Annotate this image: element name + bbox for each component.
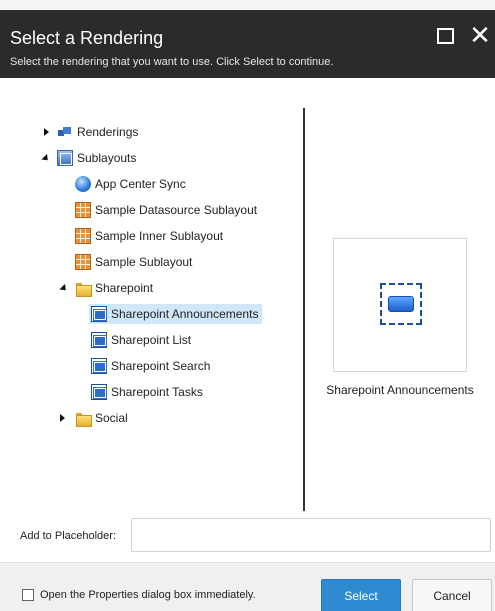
sublayout-grid-icon bbox=[75, 254, 91, 270]
tree-item-label: Sample Datasource Sublayout bbox=[95, 203, 258, 217]
tree-item-label: Social bbox=[95, 411, 128, 425]
tree-item-sharepoint-list[interactable]: Sharepoint List bbox=[91, 330, 195, 350]
tree-item-label: App Center Sync bbox=[95, 177, 186, 191]
sharepoint-rendering-icon bbox=[91, 358, 107, 374]
tree-item-sharepoint-announcements[interactable]: Sharepoint Announcements bbox=[89, 304, 263, 324]
app-center-icon bbox=[75, 176, 91, 192]
maximize-icon[interactable] bbox=[437, 28, 454, 44]
expand-social-toggle[interactable] bbox=[57, 413, 67, 423]
tree-item-label: Sharepoint Announcements bbox=[111, 307, 259, 321]
tree-item-label: Sharepoint Search bbox=[111, 359, 211, 373]
renderings-icon bbox=[57, 124, 73, 140]
tree-item-label: Sharepoint bbox=[95, 281, 154, 295]
dialog-subtitle: Select the rendering that you want to us… bbox=[10, 56, 334, 68]
select-rendering-dialog: Select a Rendering Select the rendering … bbox=[0, 10, 495, 611]
expand-renderings-toggle[interactable] bbox=[41, 127, 51, 137]
tree-item-label: Renderings bbox=[77, 125, 139, 139]
chevron-down-icon bbox=[41, 153, 51, 163]
open-properties-option[interactable]: Open the Properties dialog box immediate… bbox=[22, 589, 256, 601]
preview-label: Sharepoint Announcements bbox=[326, 383, 474, 397]
sublayout-grid-icon bbox=[75, 202, 91, 218]
collapse-sharepoint-toggle[interactable] bbox=[59, 283, 69, 293]
chevron-right-icon bbox=[59, 414, 65, 422]
dialog-title: Select a Rendering bbox=[10, 28, 164, 48]
placeholder-input[interactable] bbox=[131, 518, 491, 552]
open-properties-checkbox[interactable] bbox=[22, 589, 34, 601]
sharepoint-rendering-icon bbox=[91, 306, 107, 322]
open-properties-label: Open the Properties dialog box immediate… bbox=[40, 589, 256, 601]
tree-item-social[interactable]: Social bbox=[75, 408, 132, 428]
rendering-preview-graphic bbox=[388, 296, 414, 312]
folder-icon bbox=[75, 410, 92, 427]
rendering-preview bbox=[333, 238, 467, 372]
tree-item-sample-sublayout[interactable]: Sample Sublayout bbox=[75, 252, 196, 272]
tree-item-label: Sample Sublayout bbox=[95, 255, 193, 269]
rendering-tree: Renderings Sublayouts App Center Sync Sa… bbox=[0, 78, 300, 511]
tree-item-sample-datasource-sublayout[interactable]: Sample Datasource Sublayout bbox=[75, 200, 261, 220]
sharepoint-rendering-icon bbox=[91, 332, 107, 348]
placeholder-row: Add to Placeholder: bbox=[0, 511, 495, 556]
sharepoint-rendering-icon bbox=[91, 384, 107, 400]
tree-item-renderings[interactable]: Renderings bbox=[57, 122, 142, 142]
cancel-button[interactable]: Cancel bbox=[412, 579, 492, 611]
chevron-down-icon bbox=[59, 283, 69, 293]
sharepoint-rendering-large-icon bbox=[380, 283, 422, 325]
dialog-footer: Open the Properties dialog box immediate… bbox=[0, 562, 495, 611]
tree-item-sample-inner-sublayout[interactable]: Sample Inner Sublayout bbox=[75, 226, 227, 246]
tree-item-label: Sharepoint List bbox=[111, 333, 192, 347]
dialog-body: Renderings Sublayouts App Center Sync Sa… bbox=[0, 78, 495, 512]
tree-item-app-center-sync[interactable]: App Center Sync bbox=[75, 174, 190, 194]
tree-item-label: Sharepoint Tasks bbox=[111, 385, 203, 399]
select-button[interactable]: Select bbox=[321, 579, 401, 611]
tree-item-sublayouts[interactable]: Sublayouts bbox=[57, 148, 140, 168]
dialog-header: Select a Rendering Select the rendering … bbox=[0, 10, 495, 78]
placeholder-label: Add to Placeholder: bbox=[20, 530, 117, 542]
collapse-sublayouts-toggle[interactable] bbox=[41, 153, 51, 163]
tree-item-sharepoint-search[interactable]: Sharepoint Search bbox=[91, 356, 214, 376]
close-icon[interactable]: ✕ bbox=[469, 22, 491, 48]
folder-icon bbox=[75, 280, 92, 297]
tree-item-sharepoint-tasks[interactable]: Sharepoint Tasks bbox=[91, 382, 207, 402]
chevron-right-icon bbox=[43, 128, 49, 136]
tree-item-sharepoint[interactable]: Sharepoint bbox=[75, 278, 157, 298]
tree-item-label: Sample Inner Sublayout bbox=[95, 229, 224, 243]
pane-splitter[interactable] bbox=[303, 108, 305, 512]
sublayouts-icon bbox=[57, 150, 73, 166]
tree-item-label: Sublayouts bbox=[77, 151, 137, 165]
sublayout-grid-icon bbox=[75, 228, 91, 244]
